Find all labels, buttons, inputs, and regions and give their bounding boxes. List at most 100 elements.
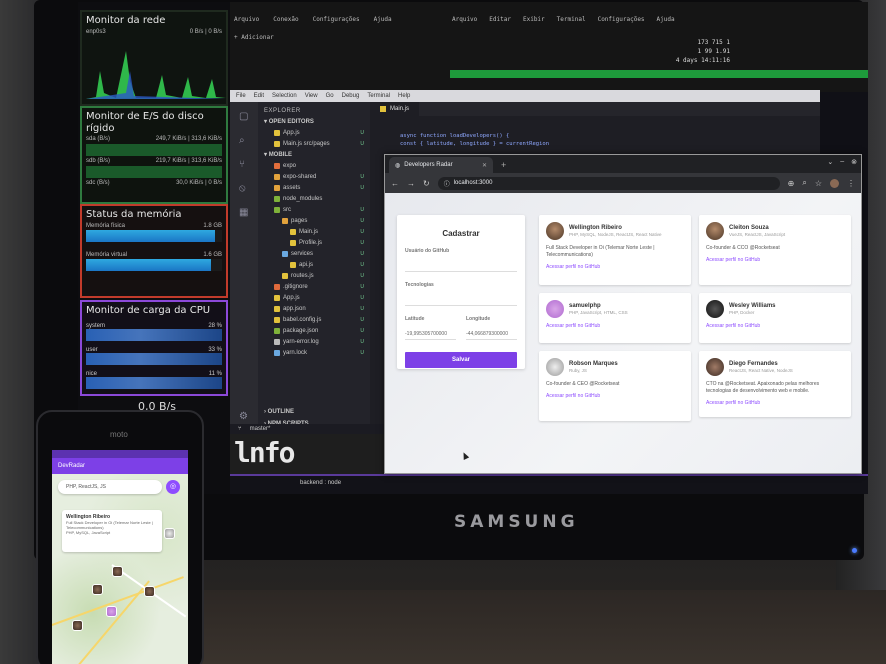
zoom-icon[interactable]: ⌕ [802, 178, 806, 188]
github-profile-link[interactable]: Acessar perfil no GitHub [546, 264, 684, 270]
open-editors-section[interactable]: ▾ OPEN EDITORS [258, 116, 370, 127]
map-marker[interactable] [164, 528, 175, 539]
terminal-menu-item[interactable]: Configurações [598, 16, 645, 23]
longitude-input[interactable] [466, 329, 517, 340]
file-tree-item[interactable]: Profile.js U [258, 237, 370, 248]
files-icon[interactable]: ▢ [239, 112, 249, 122]
chevron-down-icon[interactable]: ⌄ [827, 158, 833, 166]
github-profile-link[interactable]: Acessar perfil no GitHub [706, 257, 844, 263]
extensions-icon[interactable]: ▦ [239, 208, 249, 218]
remote-menu-item[interactable]: Conexão [273, 16, 298, 23]
file-tree-item[interactable]: Main.js U [258, 226, 370, 237]
file-tree-item[interactable]: expo [258, 160, 370, 171]
vscode-menu-item[interactable]: View [305, 93, 318, 99]
editor-tab-main[interactable]: Main.js [370, 102, 420, 116]
map-marker[interactable] [92, 584, 103, 595]
git-branch[interactable]: master* [250, 426, 271, 432]
monitor-brand-logo: SAMSUNG [454, 512, 579, 532]
file-tree-item[interactable]: src U [258, 204, 370, 215]
file-tree-item[interactable]: App.js U [258, 292, 370, 303]
file-tree-item[interactable]: services U [258, 248, 370, 259]
file-tree-item[interactable]: assets U [258, 182, 370, 193]
terminal-menu-item[interactable]: Terminal [557, 16, 586, 23]
file-tree-item[interactable]: api.js U [258, 259, 370, 270]
code-area[interactable]: async function loadDevelopers() { const … [400, 132, 549, 148]
vscode-menu-item[interactable]: Go [326, 93, 334, 99]
techs-search-input[interactable]: PHP, ReactJS, JS [58, 480, 162, 494]
file-tree-item[interactable]: routes.js U [258, 270, 370, 281]
file-tree-item[interactable]: yarn.lock U [258, 347, 370, 358]
minimize-icon[interactable]: – [840, 158, 844, 166]
address-bar[interactable]: ⓘ localhost:3000 [437, 176, 780, 190]
dev-bio: Co-founder & CEO @Rocketseat [546, 381, 620, 387]
file-icon [290, 239, 296, 246]
memory-bar-fill [86, 258, 212, 271]
vscode-menu-item[interactable]: File [236, 93, 246, 99]
remote-menu-item[interactable]: Configurações [313, 16, 360, 23]
github-username-input[interactable] [405, 261, 517, 272]
latitude-input[interactable] [405, 329, 456, 340]
map-marker[interactable] [112, 566, 123, 577]
close-tab-icon[interactable]: ✕ [482, 162, 487, 169]
terminal-menu-item[interactable]: Editar [489, 16, 511, 23]
file-icon [274, 349, 280, 356]
file-tree-item[interactable]: babel.config.js U [258, 314, 370, 325]
open-editor-item[interactable]: Main.js src/pages U [258, 138, 370, 149]
dev-card: samuelphp PHP, JavaScript, HTML, CSS Aces… [539, 293, 691, 343]
github-profile-link[interactable]: Acessar perfil no GitHub [546, 323, 684, 329]
vscode-menu-item[interactable]: Terminal [367, 93, 390, 99]
github-profile-link[interactable]: Acessar perfil no GitHub [546, 393, 684, 399]
project-section[interactable]: ▾ MOBILE [258, 149, 370, 160]
remote-menu-item[interactable]: Arquivo [234, 16, 259, 23]
file-tree-item[interactable]: pages U [258, 215, 370, 226]
new-tab-button[interactable]: + [501, 160, 506, 170]
star-icon[interactable]: ☆ [815, 179, 822, 188]
vscode-menu-item[interactable]: Edit [254, 93, 264, 99]
browser-tab[interactable]: ◍ Developers Radar ✕ [389, 157, 493, 173]
file-icon [274, 327, 280, 334]
terminal-menu-item[interactable]: Exibir [523, 16, 545, 23]
cpu-graph [86, 328, 222, 341]
dev-callout[interactable]: Wellington Ribeiro Full Stack Developer … [62, 510, 162, 552]
bottom-terminal-tab[interactable]: backend : node [300, 480, 341, 486]
file-tree-item[interactable]: node_modules [258, 193, 370, 204]
gear-icon[interactable]: ⚙ [239, 412, 249, 422]
github-profile-link[interactable]: Acessar perfil no GitHub [706, 400, 844, 406]
outline-section[interactable]: › OUTLINE [258, 406, 294, 417]
map-marker[interactable] [72, 620, 83, 631]
memory-label: Memória virtual [86, 251, 128, 258]
reload-icon[interactable]: ↻ [423, 179, 430, 188]
vscode-menu-item[interactable]: Help [398, 93, 410, 99]
more-menu-icon[interactable]: ⋮ [847, 179, 855, 188]
forward-icon[interactable]: → [407, 179, 415, 188]
remote-menu-item[interactable]: Ajuda [374, 16, 392, 23]
file-tree-item[interactable]: app.json U [258, 303, 370, 314]
map-view[interactable] [52, 474, 188, 664]
branch-icon: ⑂ [238, 426, 242, 432]
open-editor-item[interactable]: App.js U [258, 127, 370, 138]
github-profile-link[interactable]: Acessar perfil no GitHub [706, 323, 844, 329]
save-button[interactable]: Salvar [405, 352, 517, 368]
vscode-menu-item[interactable]: Debug [342, 93, 360, 99]
map-marker[interactable] [106, 606, 117, 617]
back-icon[interactable]: ← [391, 179, 399, 188]
file-tree-item[interactable]: yarn-error.log U [258, 336, 370, 347]
add-connection-button[interactable]: + Adicionar [234, 34, 274, 41]
search-icon[interactable]: ⌕ [239, 136, 249, 146]
close-window-icon[interactable]: ⊗ [851, 158, 857, 166]
location-icon[interactable]: ⊕ [788, 179, 795, 188]
terminal-menu-item[interactable]: Arquivo [452, 16, 477, 23]
file-tree-item[interactable]: expo-shared U [258, 171, 370, 182]
profile-avatar[interactable] [830, 178, 839, 188]
terminal-menu-item[interactable]: Ajuda [657, 16, 675, 23]
debug-icon[interactable]: ⦸ [239, 184, 249, 194]
map-marker[interactable] [144, 586, 155, 597]
file-tree-item[interactable]: .gitignore U [258, 281, 370, 292]
techs-input[interactable] [405, 295, 517, 306]
vscode-menu-item[interactable]: Selection [272, 93, 297, 99]
dev-bio: CTO na @Rocketseat. Apaixonado pelas mel… [706, 381, 820, 394]
file-tree-item[interactable]: package.json U [258, 325, 370, 336]
search-location-button[interactable]: ◎ [166, 480, 180, 494]
vscode-menubar: File Edit Selection View Go Debug Termin… [230, 90, 820, 102]
source-control-icon[interactable]: ⑂ [239, 160, 249, 170]
